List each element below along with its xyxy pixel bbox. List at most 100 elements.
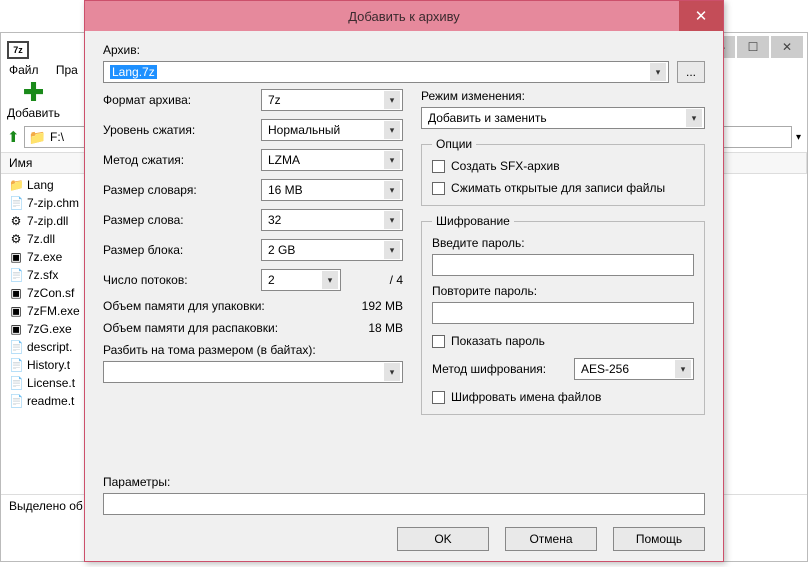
memunpack-label: Объем памяти для распаковки: [103,321,278,335]
archive-name-value: Lang.7z [110,65,157,79]
mempack-label: Объем памяти для упаковки: [103,299,265,313]
opt-sfx-check[interactable]: Создать SFX-архив [432,159,694,173]
close-main-button[interactable]: ✕ [771,36,803,58]
browse-button[interactable]: ... [677,61,705,83]
file-icon: ▣ [9,304,23,318]
file-icon: 📄 [9,358,23,372]
file-icon: 📁 [9,178,23,192]
file-icon: ▣ [9,250,23,264]
word-label: Размер слова: [103,213,253,227]
close-icon: ✕ [695,7,708,25]
archive-name-combo[interactable]: Lang.7z ▾ [103,61,669,83]
menu-pra[interactable]: Пра [56,63,78,77]
showpw-label: Показать пароль [451,334,545,348]
cancel-button[interactable]: Отмена [505,527,597,551]
file-icon: ▣ [9,322,23,336]
dialog-titlebar: Добавить к архиву ✕ [85,1,723,31]
format-label: Формат архива: [103,93,253,107]
menu-file[interactable]: Файл [9,63,39,77]
checkbox-icon [432,335,445,348]
file-icon: 📄 [9,196,23,210]
update-mode-label: Режим изменения: [421,89,705,103]
browse-label: ... [686,65,696,79]
dict-label: Размер словаря: [103,183,253,197]
file-icon: ⚙ [9,232,23,246]
encnames-label: Шифровать имена файлов [451,390,601,404]
chevron-down-icon: ▾ [650,63,666,81]
ok-button[interactable]: OK [397,527,489,551]
toolbar-add-button[interactable]: ✚ Добавить [7,81,60,120]
chevron-down-icon: ▾ [384,363,400,381]
dialog-title: Добавить к архиву [348,9,460,24]
file-name: 7z.exe [27,250,62,264]
file-name: 7z.dll [27,232,55,246]
split-combo[interactable]: ▾ [103,361,403,383]
checkbox-icon [432,160,445,173]
encmethod-select[interactable]: AES-256 ▾ [574,358,694,380]
chevron-down-icon: ▾ [384,151,400,169]
file-name: History.t [27,358,70,372]
file-name: 7zG.exe [27,322,72,336]
threads-total: / 4 [349,273,403,287]
file-name: License.t [27,376,75,390]
checkbox-icon [432,391,445,404]
block-label: Размер блока: [103,243,253,257]
file-name: descript. [27,340,72,354]
showpw-check[interactable]: Показать пароль [432,334,694,348]
split-label: Разбить на тома размером (в байтах): [103,343,403,357]
file-icon: 📄 [9,376,23,390]
maximize-button[interactable]: ☐ [737,36,769,58]
chevron-down-icon: ▾ [384,91,400,109]
encnames-check[interactable]: Шифровать имена файлов [432,390,694,404]
format-select[interactable]: 7z ▾ [261,89,403,111]
opt-sfx-label: Создать SFX-архив [451,159,560,173]
encryption-legend: Шифрование [432,214,514,228]
options-group: Опции Создать SFX-архив Сжимать открытые… [421,137,705,206]
word-select[interactable]: 32 ▾ [261,209,403,231]
threads-select[interactable]: 2 ▾ [261,269,341,291]
params-input[interactable] [103,493,705,515]
folder-icon: 📁 [29,129,46,146]
chevron-down-icon: ▾ [322,271,338,289]
archive-label: Архив: [103,43,705,57]
opt-openfiles-check[interactable]: Сжимать открытые для записи файлы [432,181,694,195]
file-name: 7zCon.sf [27,286,74,300]
file-icon: ⚙ [9,214,23,228]
params-label: Параметры: [103,475,705,489]
file-name: 7-zip.dll [27,214,68,228]
file-name: Lang [27,178,54,192]
file-name: readme.t [27,394,74,408]
method-label: Метод сжатия: [103,153,253,167]
help-button[interactable]: Помощь [613,527,705,551]
level-label: Уровень сжатия: [103,123,253,137]
checkbox-icon [432,182,445,195]
address-text: F:\ [50,130,64,144]
dict-select[interactable]: 16 MB ▾ [261,179,403,201]
threads-label: Число потоков: [103,273,253,287]
plus-icon: ✚ [22,81,46,105]
file-icon: 📄 [9,340,23,354]
password2-input[interactable] [432,302,694,324]
password-label: Введите пароль: [432,236,694,250]
password-input[interactable] [432,254,694,276]
mempack-value: 192 MB [362,299,403,313]
encryption-group: Шифрование Введите пароль: Повторите пар… [421,214,705,415]
file-icon: 📄 [9,268,23,282]
chevron-down-icon: ▾ [384,241,400,259]
level-select[interactable]: Нормальный ▾ [261,119,403,141]
block-select[interactable]: 2 GB ▾ [261,239,403,261]
app-logo: 7z [7,41,29,59]
dialog-close-button[interactable]: ✕ [679,1,723,31]
up-arrow-icon[interactable]: ⬆ [7,128,20,146]
chevron-down-icon: ▾ [686,109,702,127]
chevron-down-icon: ▾ [384,121,400,139]
memunpack-value: 18 MB [368,321,403,335]
update-mode-select[interactable]: Добавить и заменить ▾ [421,107,705,129]
file-icon: ▣ [9,286,23,300]
chevron-down-icon: ▾ [675,360,691,378]
file-name: 7zFM.exe [27,304,80,318]
chevron-down-icon[interactable]: ▾ [796,132,801,143]
method-select[interactable]: LZMA ▾ [261,149,403,171]
chevron-down-icon: ▾ [384,181,400,199]
file-name: 7-zip.chm [27,196,79,210]
